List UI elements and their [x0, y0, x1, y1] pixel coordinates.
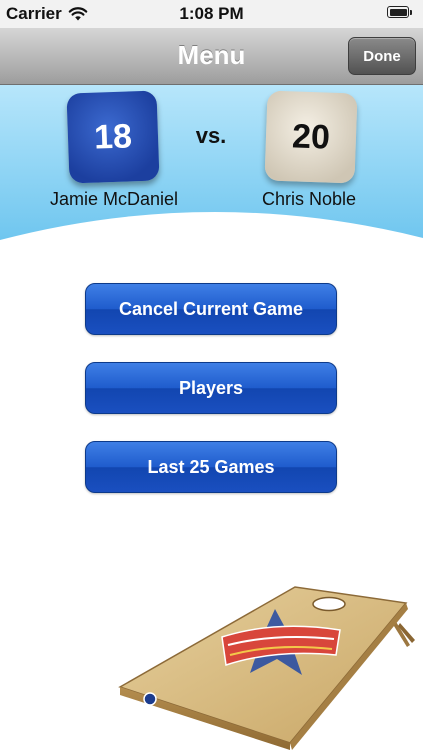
versus-label: vs. — [195, 123, 227, 148]
player1-score: 18 — [93, 116, 133, 157]
navigation-bar: Menu Done — [0, 28, 423, 85]
player2-beanbag: 20 — [264, 90, 358, 184]
cancel-current-game-button[interactable]: Cancel Current Game — [85, 283, 337, 335]
player1-name: Jamie McDaniel — [49, 189, 179, 209]
done-button[interactable]: Done — [348, 37, 416, 75]
status-bar: Carrier 1:08 PM — [0, 0, 423, 28]
cornhole-board-image — [118, 586, 415, 750]
player2-score: 20 — [291, 116, 331, 157]
status-time: 1:08 PM — [179, 4, 244, 23]
player1-beanbag: 18 — [66, 90, 160, 184]
header-background — [0, 85, 423, 240]
battery-icon — [387, 6, 415, 20]
last-25-games-button[interactable]: Last 25 Games — [85, 441, 337, 493]
player2-name: Chris Noble — [261, 189, 357, 209]
players-button[interactable]: Players — [85, 362, 337, 414]
score-header: 18 vs. 20 Jamie McDaniel Chris Noble — [0, 85, 423, 245]
